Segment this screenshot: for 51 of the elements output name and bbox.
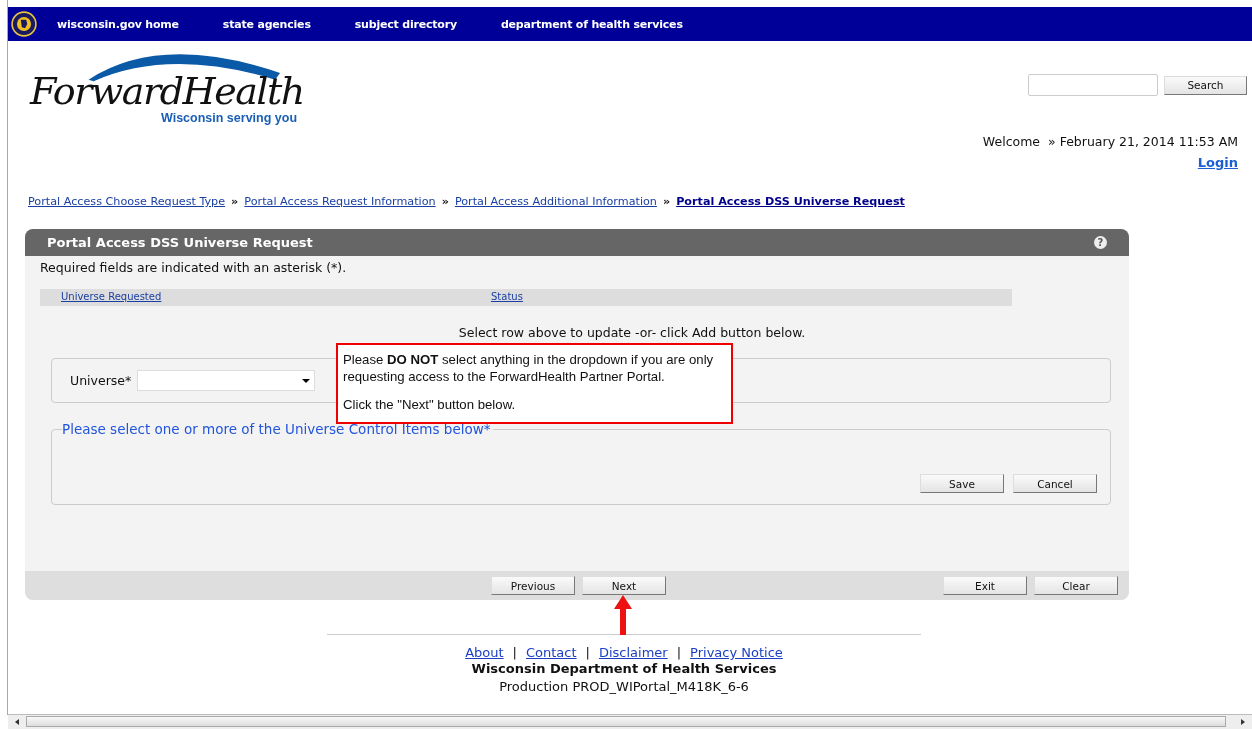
callout-text: Click the "Next" button below. [343,396,517,413]
nav-button[interactable]: Next [582,576,666,595]
breadcrumb-separator: » [662,195,671,208]
nav-button[interactable]: Previous [491,576,575,595]
footer-link[interactable]: Privacy Notice [690,645,783,661]
scroll-left-icon[interactable] [14,719,20,725]
scroll-thumb[interactable] [26,716,1226,727]
form-button[interactable]: Save [920,474,1004,493]
callout-text: Please DO NOT select anything in the dropdown if you are only requesting access to the ForwardHealth Partner Portal. [343,351,715,385]
breadcrumb-separator: » [441,195,449,208]
breadcrumb-link[interactable]: Portal Access Choose Request Type [28,195,226,208]
breadcrumb-separator: » [231,195,239,208]
footer-link[interactable]: Disclaimer [598,645,668,661]
breadcrumb-link[interactable]: Portal Access Additional Information [454,195,657,208]
column-header[interactable]: Status [491,291,523,302]
logo-tagline: Wisconsin serving you [161,111,298,125]
universe-label: Universe* [70,373,132,388]
scroll-right-icon[interactable] [1240,719,1246,725]
link-separator: | [512,645,517,661]
build-info: Production PROD_WIPortal_M418K_6-6 [498,679,750,695]
state-seal-icon [11,11,37,37]
logo-wordmark: ForwardHealth [30,69,304,113]
link-separator: | [676,645,682,661]
column-header[interactable]: Universe Requested [61,291,162,302]
help-icon[interactable]: ? [1094,236,1107,249]
welcome-text: Welcome [982,134,1041,149]
action-button[interactable]: Clear [1034,576,1118,595]
form-button[interactable]: Cancel [1013,474,1097,493]
nav-link[interactable]: department of health services [500,17,683,31]
organization-name: Wisconsin Department of Health Services [470,661,778,677]
footer-link[interactable]: About [465,645,504,661]
date-time: » February 21, 2014 11:53 AM [1048,134,1238,149]
search-button[interactable]: Search [1164,75,1247,95]
nav-link[interactable]: wisconsin.gov home [57,17,179,31]
breadcrumb-link[interactable]: Portal Access Request Information [244,195,436,208]
login-link[interactable]: Login [1197,155,1238,170]
fieldset-legend: Please select one or more of the Universe Control Items below* [62,421,493,437]
nav-link[interactable]: state agencies [222,17,311,31]
action-button[interactable]: Exit [943,576,1027,595]
horizontal-scrollbar[interactable] [8,714,1252,729]
nav-link[interactable]: subject directory [354,17,457,31]
arrow-icon [613,595,633,637]
breadcrumb-link[interactable]: Portal Access DSS Universe Request [676,195,905,208]
search-field[interactable] [1028,74,1158,96]
universe-dropdown[interactable] [137,370,316,391]
caret-icon [302,379,311,383]
footer-link[interactable]: Contact [526,645,577,661]
link-separator: | [585,645,590,661]
panel-title: Portal Access DSS Universe Request [47,235,313,250]
instruction-text: Select row above to update -or- click Add button below. [457,325,807,340]
required-note: Required fields are indicated with an asterisk (*). [40,260,348,275]
